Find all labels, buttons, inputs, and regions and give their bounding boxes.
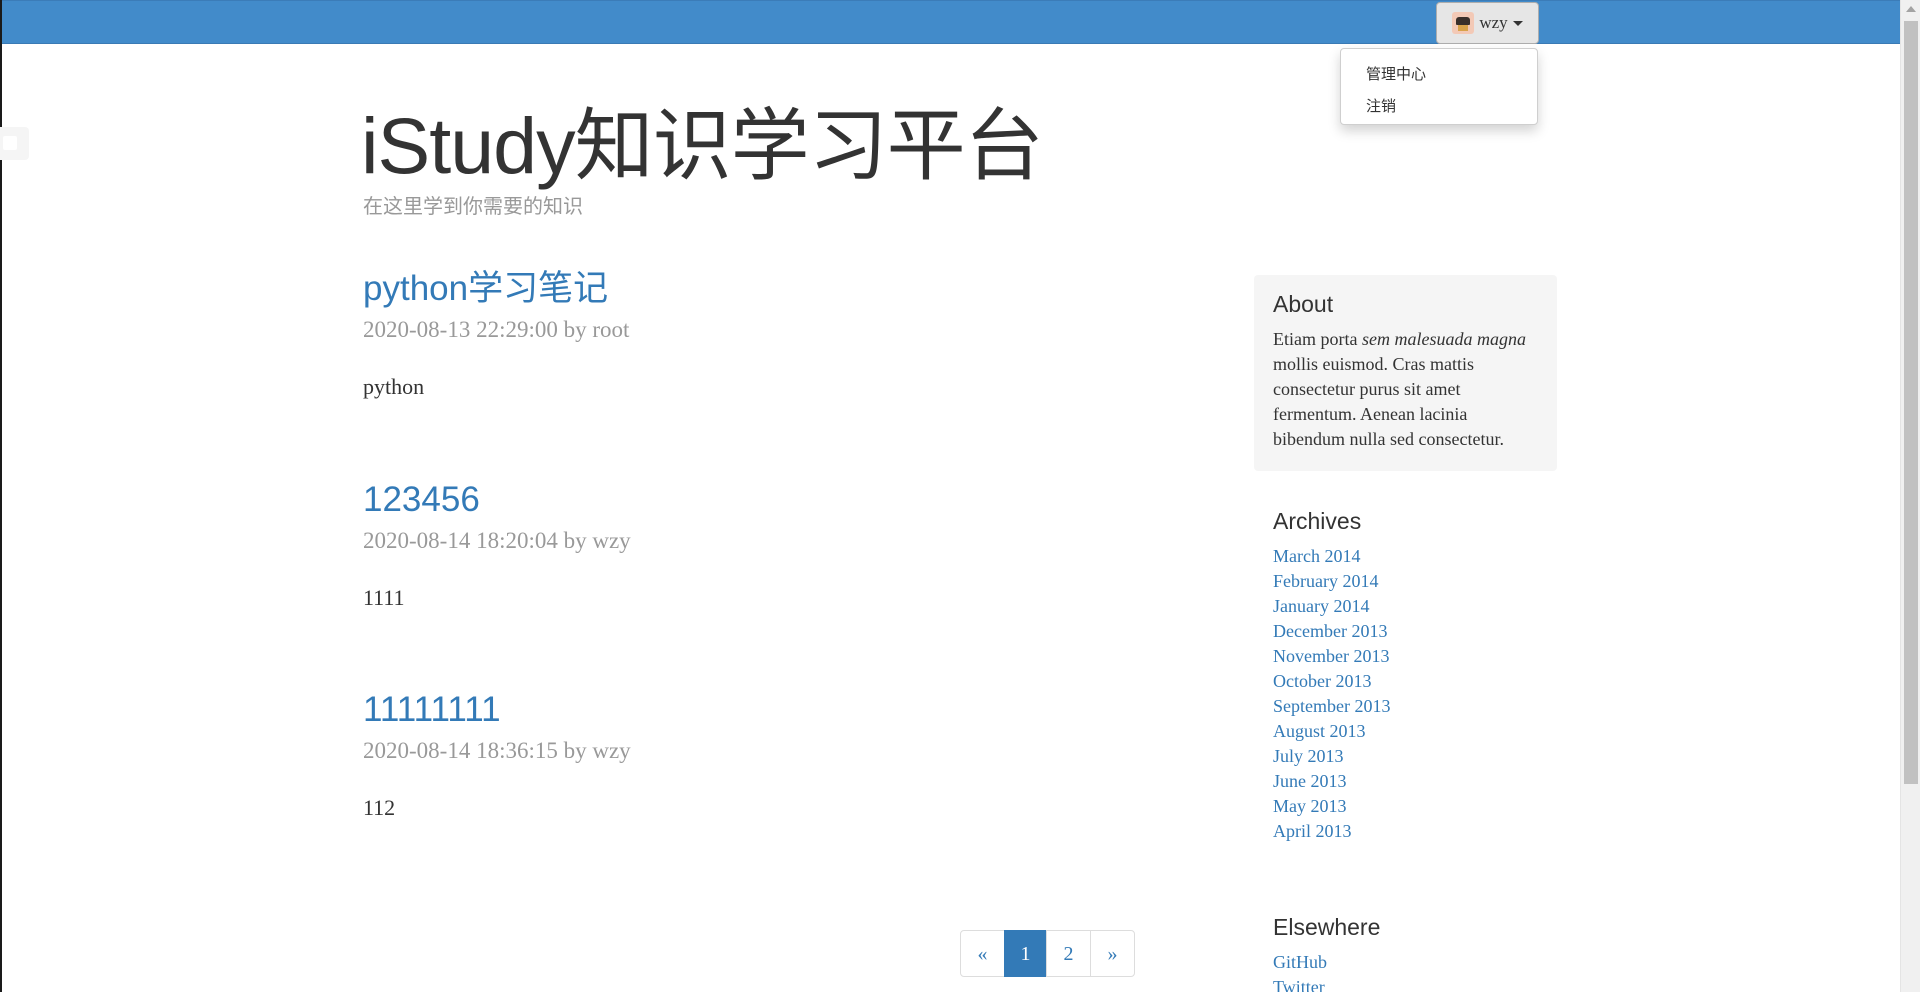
blog-post: python学习笔记 2020-08-13 22:29:00 by root p… xyxy=(363,267,1163,399)
archive-link[interactable]: March 2014 xyxy=(1273,544,1573,569)
elsewhere-heading: Elsewhere xyxy=(1273,914,1381,940)
pagination-page-1[interactable]: 1 xyxy=(1004,930,1047,977)
post-excerpt: python xyxy=(363,374,425,399)
archive-link[interactable]: June 2013 xyxy=(1273,769,1573,794)
about-panel: About Etiam porta sem malesuada magna mo… xyxy=(1254,275,1557,471)
elsewhere-link-twitter[interactable]: Twitter xyxy=(1273,975,1573,992)
caret-down-icon xyxy=(1512,20,1523,26)
post-title-link[interactable]: 11111111 xyxy=(363,688,1163,732)
about-heading: About xyxy=(1273,291,1334,317)
pagination-page-2[interactable]: 2 xyxy=(1046,930,1091,977)
user-avatar-icon xyxy=(1452,12,1475,34)
scroll-up-arrow-icon[interactable] xyxy=(1906,6,1916,12)
post-meta: 2020-08-14 18:20:04 by wzy xyxy=(363,528,631,553)
post-title-link[interactable]: 123456 xyxy=(363,478,1163,522)
elsewhere-link-github[interactable]: GitHub xyxy=(1273,950,1573,975)
top-navbar: wzy xyxy=(2,0,1900,44)
user-dropdown-menu: 管理中心 注销 xyxy=(1340,48,1538,125)
page: wzy 管理中心 注销 iStudy知识学习平台 在这里学到你需要的知识 pyt… xyxy=(0,0,1900,992)
archive-link[interactable]: April 2013 xyxy=(1273,819,1573,844)
elsewhere-list: GitHub Twitter xyxy=(1273,950,1573,992)
site-description: 在这里学到你需要的知识 xyxy=(363,194,583,218)
side-tab-handle[interactable] xyxy=(0,127,29,160)
archive-link[interactable]: November 2013 xyxy=(1273,644,1573,669)
elsewhere-section: Elsewhere GitHub Twitter xyxy=(1273,912,1573,992)
pagination-next-button[interactable]: » xyxy=(1090,930,1135,977)
archives-section: Archives March 2014 February 2014 Januar… xyxy=(1273,506,1573,844)
archives-list: March 2014 February 2014 January 2014 De… xyxy=(1273,544,1573,844)
archive-link[interactable]: August 2013 xyxy=(1273,719,1573,744)
about-emphasis: sem malesuada magna xyxy=(1361,329,1526,349)
post-meta: 2020-08-13 22:29:00 by root xyxy=(363,317,630,342)
archive-link[interactable]: December 2013 xyxy=(1273,619,1573,644)
archive-link[interactable]: September 2013 xyxy=(1273,694,1573,719)
archive-link[interactable]: July 2013 xyxy=(1273,744,1573,769)
blog-post: 123456 2020-08-14 18:20:04 by wzy 1111 xyxy=(363,478,1163,610)
archive-link[interactable]: January 2014 xyxy=(1273,594,1573,619)
menu-item-logout[interactable]: 注销 xyxy=(1341,90,1537,122)
pagination: « 1 2 » xyxy=(960,930,1135,977)
user-name: wzy xyxy=(1479,13,1508,32)
post-meta: 2020-08-14 18:36:15 by wzy xyxy=(363,738,631,763)
scrollbar-thumb[interactable] xyxy=(1904,21,1918,784)
blog-post: 11111111 2020-08-14 18:36:15 by wzy 112 xyxy=(363,688,1163,820)
menu-item-admin-center[interactable]: 管理中心 xyxy=(1341,58,1537,90)
about-text: Etiam porta sem malesuada magna mollis e… xyxy=(1273,329,1526,449)
archive-link[interactable]: October 2013 xyxy=(1273,669,1573,694)
user-menu-button[interactable]: wzy xyxy=(1436,2,1539,44)
pagination-prev-button[interactable]: « xyxy=(960,930,1005,977)
post-excerpt: 1111 xyxy=(363,585,405,610)
post-title-link[interactable]: python学习笔记 xyxy=(363,267,1163,311)
site-title: iStudy知识学习平台 xyxy=(361,101,1044,190)
archives-heading: Archives xyxy=(1273,508,1362,534)
archive-link[interactable]: May 2013 xyxy=(1273,794,1573,819)
archive-link[interactable]: February 2014 xyxy=(1273,569,1573,594)
post-excerpt: 112 xyxy=(363,795,396,820)
vertical-scrollbar[interactable] xyxy=(1900,0,1920,992)
